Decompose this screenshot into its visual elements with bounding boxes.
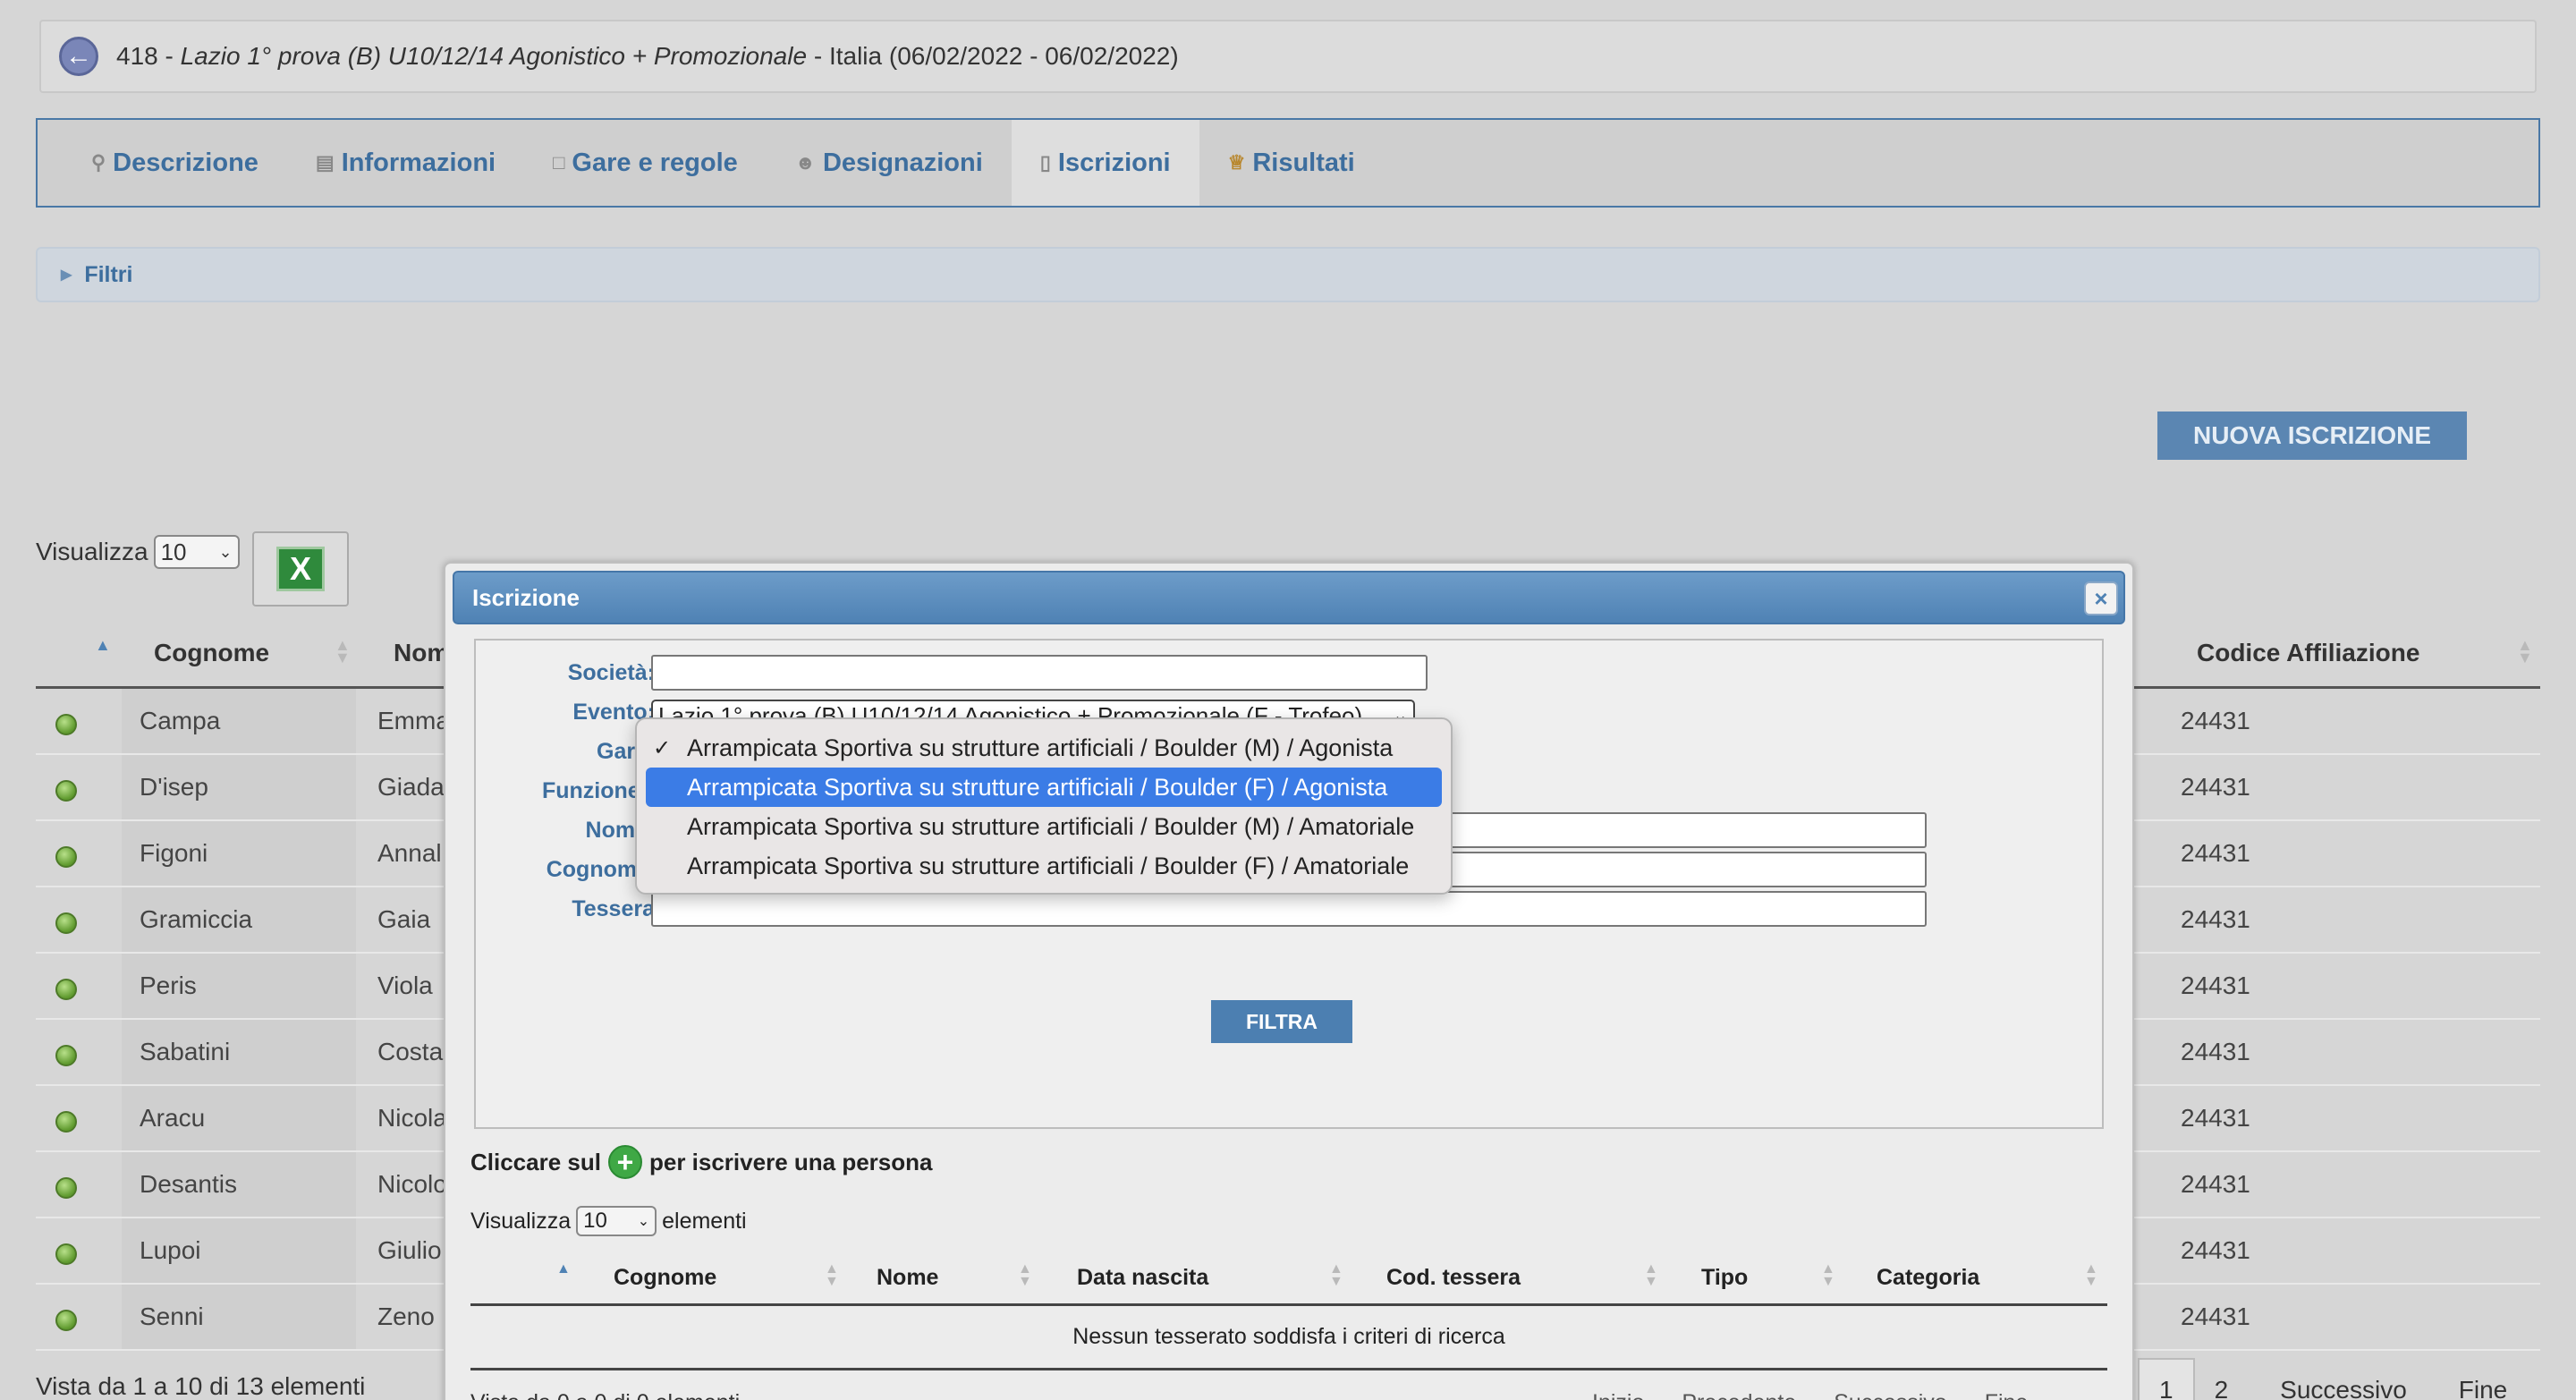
col-tipo[interactable]: Tipo — [1701, 1265, 1748, 1291]
members-table: ▲ Cognome ▲ ▼ Nome ▲ ▼ Data nascita ▲ ▼ Cod… — [470, 1249, 2107, 1370]
excel-export-button[interactable]: X — [252, 531, 349, 607]
col-cognome[interactable]: Cognome — [614, 1265, 716, 1291]
next-page-button[interactable]: Successivo — [2248, 1358, 2427, 1400]
filters-accordion[interactable]: ▶ Filtri — [36, 247, 2540, 302]
gara-option-highlighted[interactable]: Arrampicata Sportiva su strutture artifi… — [646, 768, 1442, 807]
tab-risultati[interactable]: ♕ Risultati — [1199, 120, 1384, 206]
last-page-button[interactable]: Fine — [1985, 1390, 2029, 1400]
tab-gare-e-regole[interactable]: □ Gare e regole — [524, 120, 767, 206]
status-dot-icon — [55, 1310, 77, 1331]
document-icon: ▯ — [1039, 151, 1051, 174]
sort-icon[interactable]: ▲ ▼ — [2517, 637, 2533, 666]
chevron-down-icon: ⌄ — [637, 1214, 650, 1229]
gara-option[interactable]: ✓ Arrampicata Sportiva su strutture artif… — [646, 728, 1442, 768]
clipboard-icon: □ — [553, 151, 565, 174]
societa-label: Società: — [567, 660, 655, 685]
last-page-button[interactable]: Fine — [2427, 1358, 2527, 1400]
page-1-button[interactable]: 1 — [2138, 1358, 2195, 1400]
new-registration-button[interactable]: NUOVA ISCRIZIONE — [2157, 412, 2467, 460]
table-info: Vista da 1 a 10 di 13 elementi — [36, 1372, 366, 1400]
sort-icon[interactable]: ▲ ▼ — [825, 1262, 839, 1289]
page-size-select[interactable]: 10 ⌄ — [153, 535, 240, 569]
prev-page-button[interactable]: Precedente — [1682, 1390, 1796, 1400]
col-nome[interactable]: Nome — [877, 1265, 938, 1291]
tab-designazioni[interactable]: ☻ Designazioni — [767, 120, 1012, 206]
evento-label: Evento: — [572, 700, 655, 725]
col-data-nascita[interactable]: Data nascita — [1077, 1265, 1208, 1291]
status-dot-icon — [55, 1111, 77, 1133]
people-icon: ☻ — [794, 151, 816, 174]
sort-asc-icon[interactable]: ▲ — [556, 1262, 571, 1277]
tessera-field[interactable] — [651, 891, 1927, 927]
dialog-title[interactable]: Iscrizione — [453, 571, 2125, 624]
funzione-label: Funzione: — [541, 778, 648, 803]
magnifier-icon: ⚲ — [91, 151, 106, 174]
sort-icon[interactable]: ▲ ▼ — [1329, 1262, 1343, 1289]
triangle-right-icon: ▶ — [61, 267, 72, 283]
empty-row: Nessun tesserato soddisfa i criteri di r… — [470, 1306, 2107, 1370]
first-page-button[interactable]: Inizio — [1592, 1390, 1644, 1400]
gara-label: Gara — [597, 739, 648, 764]
page-2-button[interactable]: 2 — [2195, 1358, 2249, 1400]
status-dot-icon — [55, 1243, 77, 1265]
status-dot-icon — [55, 1045, 77, 1066]
tab-iscrizioni[interactable]: ▯ Iscrizioni — [1011, 120, 1199, 206]
col-cod-tessera[interactable]: Cod. tessera — [1386, 1265, 1521, 1291]
sort-asc-icon[interactable]: ▲ — [95, 637, 111, 653]
societa-field[interactable] — [651, 655, 1428, 691]
chevron-down-icon: ⌄ — [218, 542, 233, 561]
excel-icon: X — [276, 547, 325, 591]
registration-dialog: Iscrizione × Società: Evento: Lazio 1° p… — [444, 562, 2134, 1400]
close-icon[interactable]: × — [2084, 581, 2118, 615]
back-arrow-icon[interactable]: ← — [59, 37, 98, 76]
gara-option[interactable]: Arrampicata Sportiva su strutture artifi… — [646, 846, 1442, 886]
trophy-icon: ♕ — [1227, 151, 1246, 174]
sort-icon[interactable]: ▲ ▼ — [1644, 1262, 1658, 1289]
col-nome[interactable]: Nom — [394, 639, 449, 667]
next-page-button[interactable]: Successivo — [1834, 1390, 1946, 1400]
status-dot-icon — [55, 714, 77, 735]
col-categoria[interactable]: Categoria — [1877, 1265, 1979, 1291]
col-codice-affiliazione[interactable]: Codice Affiliazione — [2197, 639, 2419, 667]
tab-bar: ⚲ Descrizione ▤ Informazioni □ Gare e regol… — [36, 118, 2540, 208]
col-cognome[interactable]: Cognome — [154, 639, 269, 667]
gara-dropdown-menu: ✓ Arrampicata Sportiva su strutture artif… — [635, 717, 1453, 895]
sort-icon[interactable]: ▲ ▼ — [1821, 1262, 1835, 1289]
book-icon: ▤ — [315, 151, 335, 174]
nome-label: Nome — [585, 818, 648, 843]
dialog-page-size-select[interactable]: 10 ⌄ — [576, 1206, 657, 1236]
page-size-control: Visualizza 10 ⌄ — [36, 535, 240, 569]
cognome-label: Cognome — [546, 857, 649, 882]
checkmark-icon: ✓ — [653, 735, 672, 760]
add-hint: Cliccare sul + per iscrivere una persona — [470, 1145, 933, 1179]
pagination: 1 2 Successivo Fine — [2138, 1358, 2527, 1400]
status-dot-icon — [55, 780, 77, 802]
event-title-bar: ← 418 - Lazio 1° prova (B) U10/12/14 Ago… — [39, 20, 2537, 93]
tab-descrizione[interactable]: ⚲ Descrizione — [63, 120, 287, 206]
sort-icon[interactable]: ▲ ▼ — [1018, 1262, 1032, 1289]
dialog-table-info: Vista da 0 a 0 di 0 elementi — [470, 1390, 740, 1400]
event-name: Lazio 1° prova (B) U10/12/14 Agonistico … — [180, 42, 808, 70]
tab-informazioni[interactable]: ▤ Informazioni — [287, 120, 524, 206]
table-header: ▲ Cognome ▲ ▼ Nome ▲ ▼ Data nascita ▲ ▼ Cod… — [470, 1249, 2107, 1306]
status-dot-icon — [55, 846, 77, 868]
event-dates: (06/02/2022 - 06/02/2022) — [888, 42, 1179, 70]
sort-icon[interactable]: ▲ ▼ — [2084, 1262, 2098, 1289]
sort-icon[interactable]: ▲ ▼ — [335, 637, 351, 666]
gara-option[interactable]: Arrampicata Sportiva su strutture artifi… — [646, 807, 1442, 846]
plus-icon: + — [607, 1145, 642, 1179]
status-dot-icon — [55, 1177, 77, 1199]
filter-button[interactable]: FILTRA — [1211, 1000, 1352, 1043]
dialog-pagination: Inizio Precedente Successivo Fine — [1592, 1390, 2028, 1400]
tessera-label: Tessera — [572, 896, 655, 921]
dialog-page-size-control: Visualizza 10 ⌄ elementi — [470, 1206, 747, 1236]
event-id: 418 — [116, 42, 158, 70]
status-dot-icon — [55, 912, 77, 934]
event-country: Italia — [828, 42, 883, 70]
status-dot-icon — [55, 979, 77, 1000]
